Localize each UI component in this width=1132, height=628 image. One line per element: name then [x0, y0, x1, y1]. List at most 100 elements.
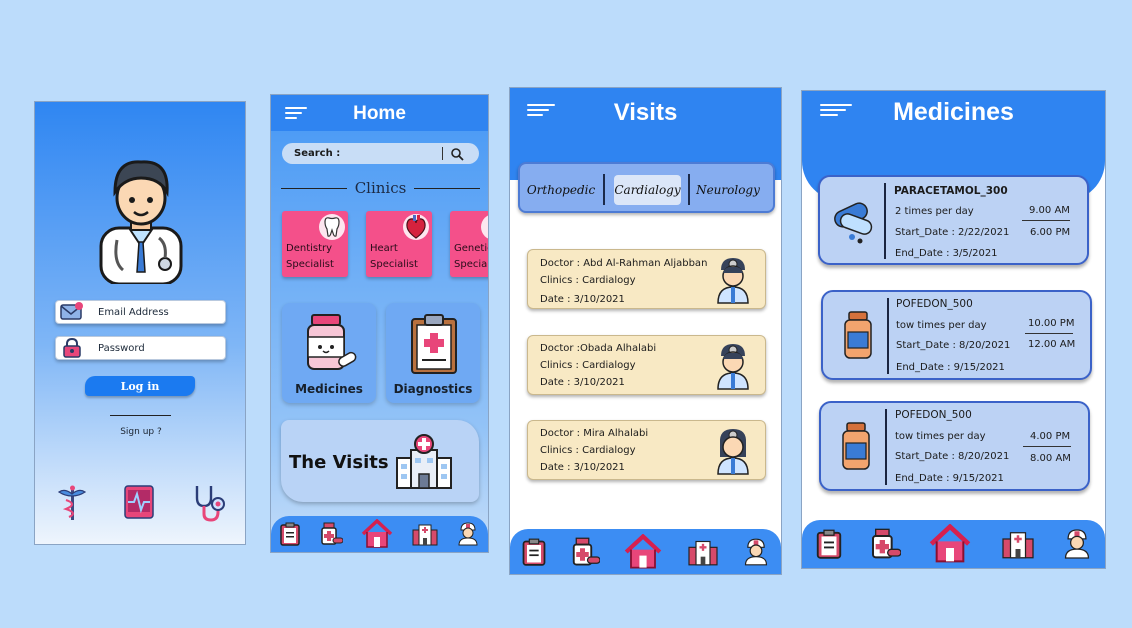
- doctor-icon: [717, 429, 749, 475]
- clinic-card-heart[interactable]: Heart Specialist: [366, 211, 432, 277]
- medicine-name: POFEDON_500: [895, 409, 972, 421]
- medicine-card[interactable]: POFEDON_500 tow times per day Start_Date…: [821, 290, 1092, 380]
- time-divider: [1023, 446, 1071, 447]
- page-title: Medicines: [893, 98, 1014, 126]
- email-field[interactable]: Email Address: [55, 300, 226, 324]
- visits-card-label: The Visits: [289, 452, 389, 473]
- password-field[interactable]: Password: [55, 336, 226, 360]
- signup-link[interactable]: Sign up ?: [35, 427, 245, 437]
- visit-date: Date : 3/10/2021: [540, 294, 625, 305]
- clipboard-icon[interactable]: [816, 529, 842, 559]
- hospital-icon[interactable]: [687, 538, 719, 566]
- medicine-bottle-icon[interactable]: [319, 522, 343, 546]
- login-button[interactable]: Log in: [85, 376, 195, 396]
- nurse-icon[interactable]: [457, 522, 479, 546]
- medicine-name: POFEDON_500: [896, 298, 973, 310]
- tab-separator: [603, 174, 605, 205]
- visit-doctor: Doctor : Abd Al-Rahman Aljabban: [540, 258, 708, 269]
- doctor-icon: [717, 258, 749, 304]
- divider: [110, 415, 171, 416]
- nurse-icon[interactable]: [743, 538, 769, 566]
- bottom-nav: [510, 529, 781, 574]
- page-title: Home: [353, 103, 406, 124]
- clinic-tabs: Orthopedic Cardialogy Neurology: [518, 162, 775, 213]
- clipboard-report-icon: [411, 314, 457, 374]
- heart-monitor-icon: [124, 485, 154, 519]
- medicine-start-date: Start_Date : 2/22/2021: [895, 227, 1010, 238]
- doctor-avatar-icon: [99, 160, 183, 284]
- visit-date: Date : 3/10/2021: [540, 377, 625, 388]
- medicine-bottle-icon: [844, 311, 872, 359]
- bottom-nav: [271, 516, 488, 552]
- dose-time: 6.00 PM: [1030, 227, 1071, 238]
- diagnostics-feature-card[interactable]: Diagnostics: [386, 303, 480, 403]
- time-divider: [1025, 333, 1073, 334]
- hospital-icon[interactable]: [412, 522, 438, 546]
- clinic-label: Genetic Specialist: [454, 243, 489, 270]
- visit-card[interactable]: Doctor : Abd Al-Rahman Aljabban Clinics …: [527, 249, 766, 309]
- visits-screen: Visits Orthopedic Cardialogy Neurology D…: [509, 87, 782, 575]
- clipboard-icon[interactable]: [280, 522, 301, 546]
- medicine-bottle-icon[interactable]: [570, 537, 600, 567]
- visit-doctor: Doctor : Mira Alhalabi: [540, 428, 649, 439]
- search-input[interactable]: Search :: [282, 143, 479, 164]
- divider: [884, 183, 886, 259]
- dose-time: 8.00 AM: [1030, 453, 1071, 464]
- tab-orthopedic[interactable]: Orthopedic: [522, 175, 600, 205]
- home-icon[interactable]: [928, 524, 972, 564]
- the-visits-card[interactable]: The Visits: [281, 420, 479, 502]
- visit-doctor: Doctor :Obada Alhalabi: [540, 343, 657, 354]
- time-divider: [1022, 220, 1070, 221]
- email-placeholder: Email Address: [98, 306, 169, 318]
- hospital-building-icon: [396, 434, 452, 489]
- medicine-end-date: End_Date : 9/15/2021: [895, 473, 1004, 484]
- tab-separator: [688, 174, 690, 205]
- caduceus-icon: [57, 485, 87, 520]
- medicine-bottle-icon[interactable]: [869, 528, 902, 560]
- visit-clinic: Clinics : Cardialogy: [540, 275, 636, 286]
- dose-time: 9.00 AM: [1029, 205, 1070, 216]
- tab-neurology[interactable]: Neurology: [692, 175, 764, 205]
- login-bottom-icons: [57, 484, 227, 522]
- clipboard-icon[interactable]: [522, 538, 546, 566]
- clinic-card-dentistry[interactable]: Dentistry Specialist: [282, 211, 348, 277]
- home-icon[interactable]: [623, 533, 663, 570]
- clinics-title: Clinics: [354, 179, 407, 197]
- search-label: Search :: [294, 148, 341, 159]
- medicine-start-date: Start_Date : 8/20/2021: [895, 451, 1010, 462]
- medicines-screen: Medicines PARACETAMOL_300 2 times per da…: [801, 90, 1106, 569]
- dose-time: 12.00 AM: [1028, 339, 1076, 350]
- medicine-end-date: End_Date : 3/5/2021: [895, 248, 998, 259]
- visit-card[interactable]: Doctor : Mira Alhalabi Clinics : Cardial…: [527, 420, 766, 480]
- visit-date: Date : 3/10/2021: [540, 462, 625, 473]
- capsules-icon: [834, 202, 873, 244]
- dose-time: 10.00 PM: [1028, 318, 1075, 329]
- page-title: Visits: [613, 99, 678, 126]
- search-separator: [442, 147, 443, 160]
- medicines-feature-card[interactable]: Medicines: [282, 303, 376, 403]
- medicine-frequency: 2 times per day: [895, 206, 974, 217]
- dose-time: 4.00 PM: [1030, 431, 1071, 442]
- medicine-card[interactable]: PARACETAMOL_300 2 times per day Start_Da…: [818, 175, 1089, 265]
- lock-icon: [63, 338, 81, 358]
- clinics-heading: Clinics: [281, 179, 481, 197]
- dna-icon: [481, 215, 488, 239]
- tab-cardialogy[interactable]: Cardialogy: [614, 175, 681, 205]
- doctor-icon: [717, 344, 749, 390]
- email-icon: [60, 302, 83, 320]
- search-icon[interactable]: [450, 147, 464, 161]
- feature-label: Medicines: [295, 382, 363, 396]
- nurse-icon[interactable]: [1063, 528, 1091, 560]
- visit-card[interactable]: Doctor :Obada Alhalabi Clinics : Cardial…: [527, 335, 766, 395]
- visit-clinic: Clinics : Cardialogy: [540, 360, 636, 371]
- login-screen: Email Address Password Log in Sign up ?: [34, 101, 246, 545]
- clinic-card-genetic[interactable]: Genetic Specialist: [450, 211, 489, 277]
- home-icon[interactable]: [361, 519, 393, 549]
- divider: [885, 409, 887, 485]
- stethoscope-icon: [195, 486, 225, 522]
- divider: [887, 298, 889, 374]
- hospital-icon[interactable]: [1000, 529, 1036, 559]
- medicine-name: PARACETAMOL_300: [894, 185, 1008, 197]
- feature-label: Diagnostics: [393, 382, 473, 396]
- medicine-card[interactable]: POFEDON_500 tow times per day Start_Date…: [819, 401, 1090, 491]
